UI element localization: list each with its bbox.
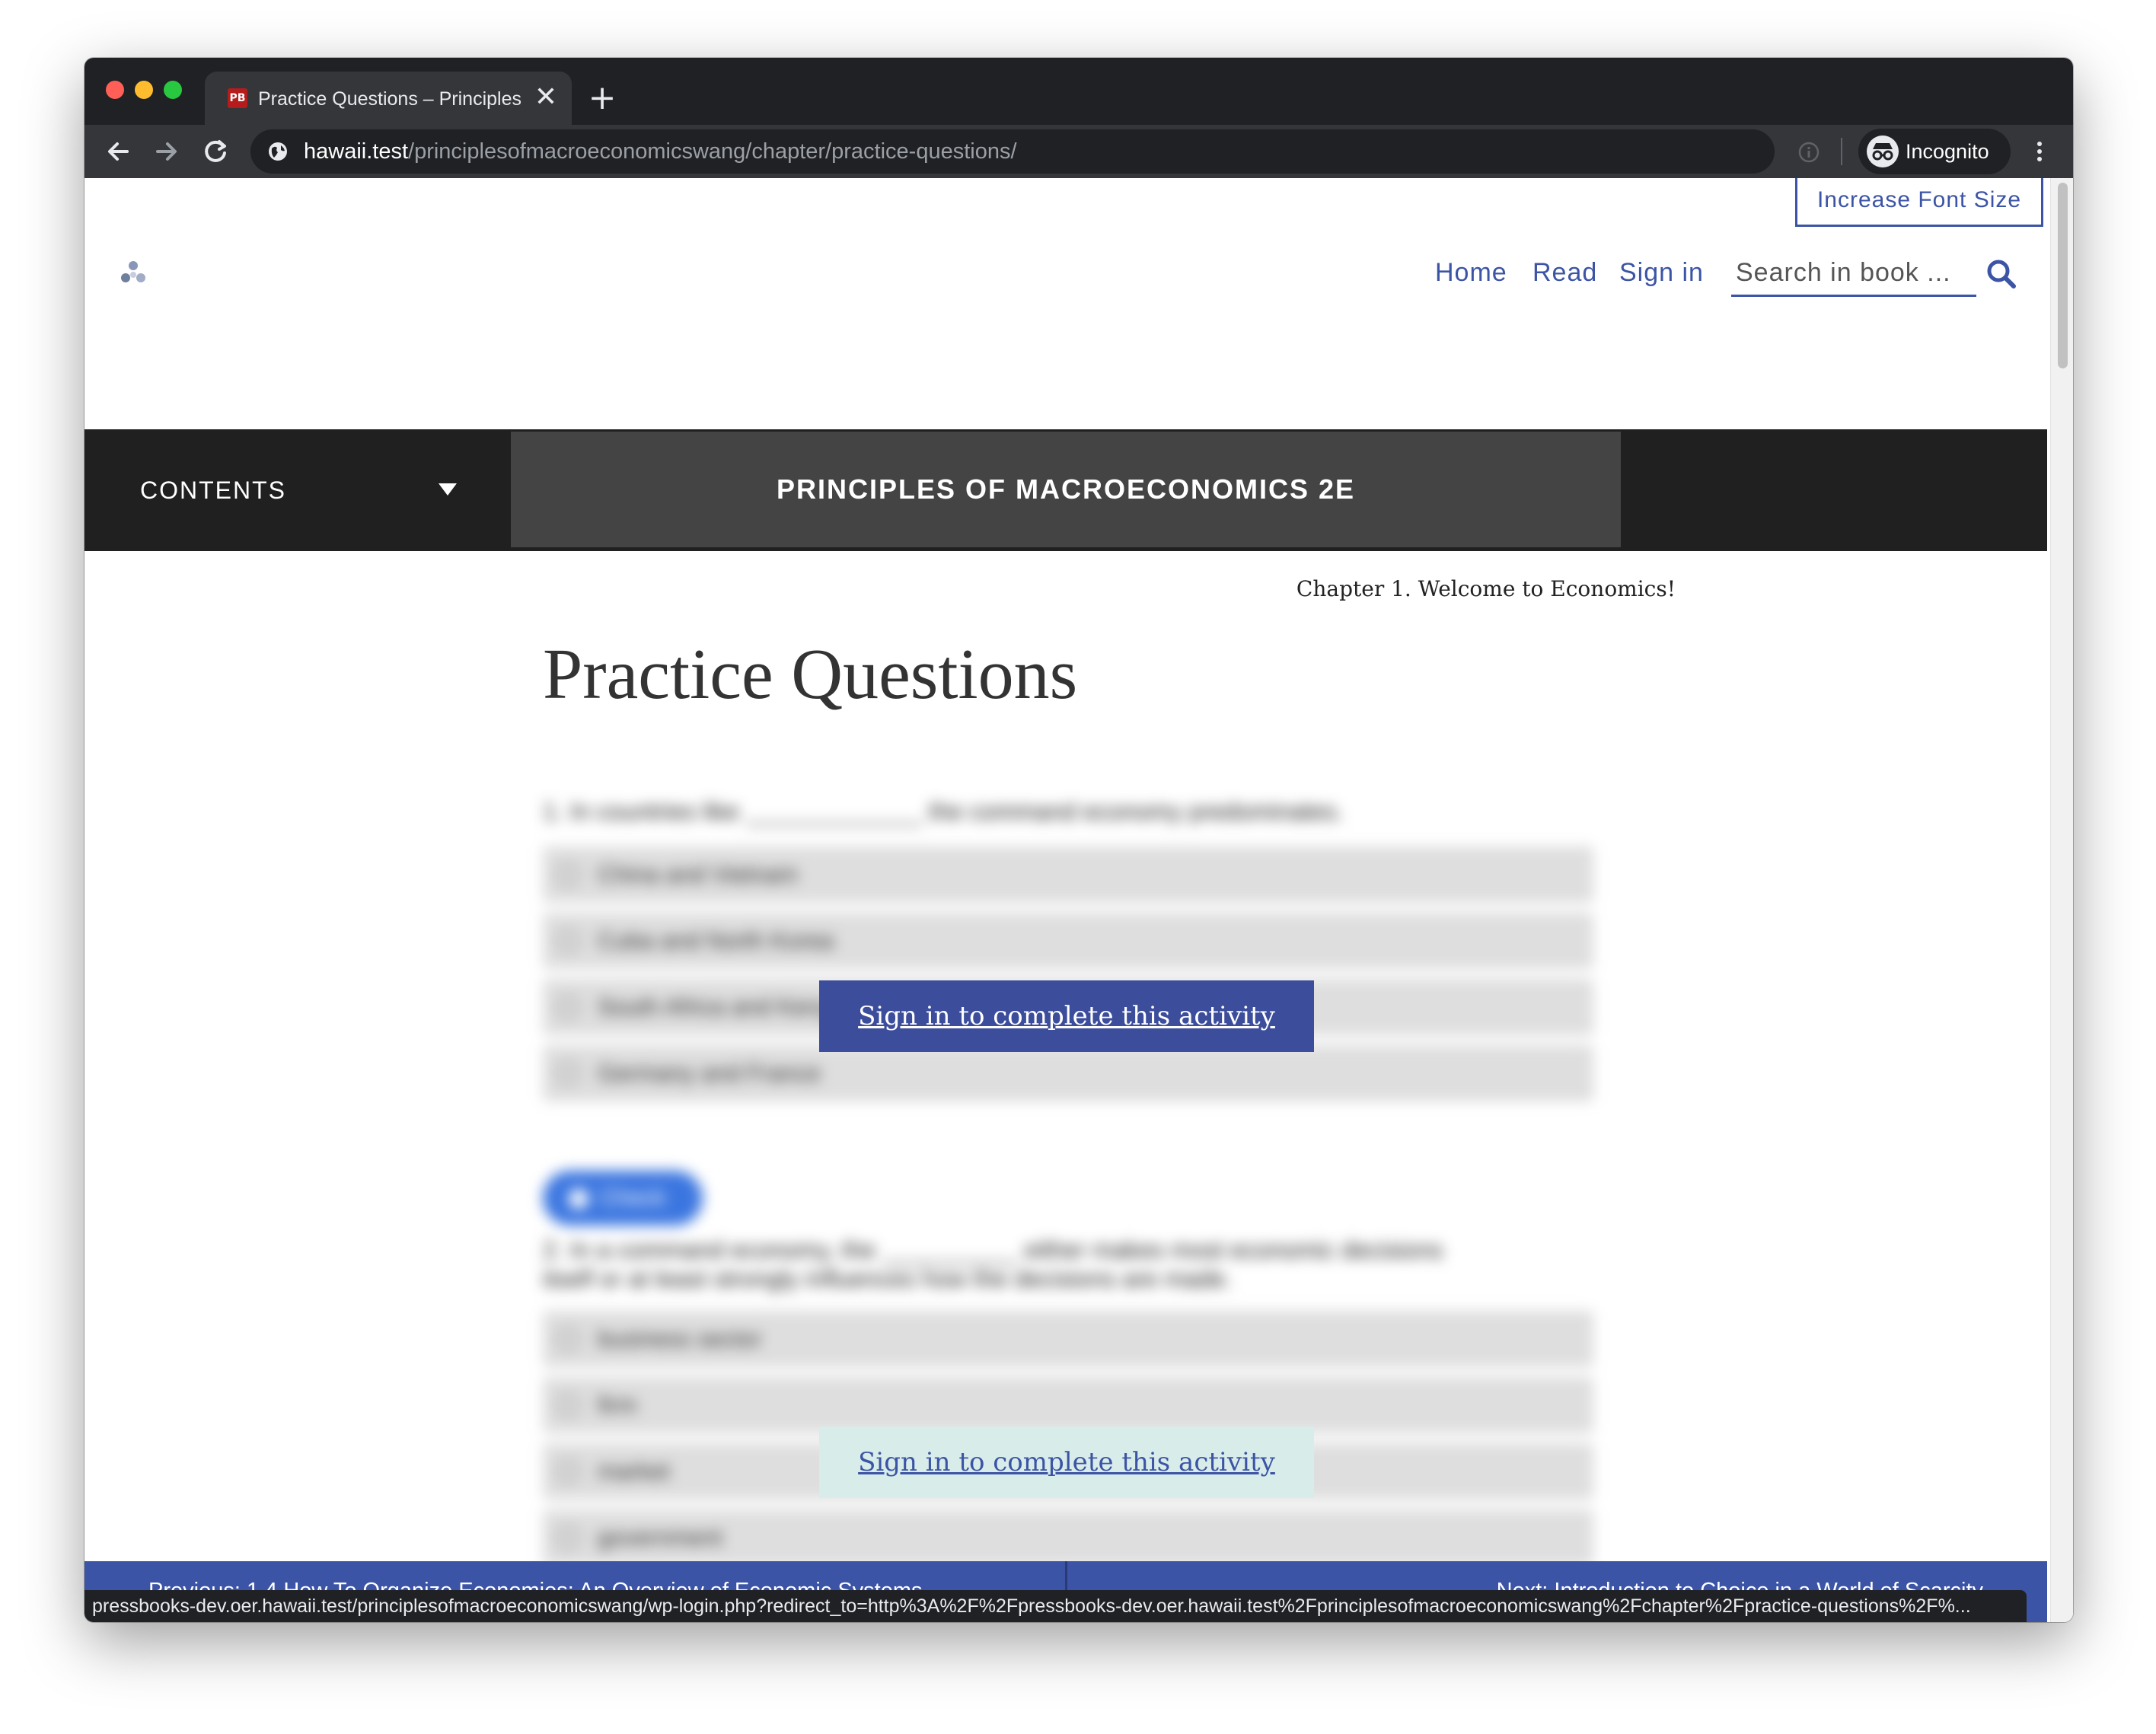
option-label: Germany and France bbox=[598, 1060, 821, 1086]
url-host: hawaii.test bbox=[304, 139, 409, 164]
radio-icon bbox=[557, 996, 579, 1018]
incognito-label: Incognito bbox=[1906, 140, 1989, 163]
radio-icon bbox=[557, 863, 579, 886]
url-text: hawaii.test/principlesofmacroeconomicswa… bbox=[304, 139, 1017, 164]
option-label: China and Vietnam bbox=[598, 861, 799, 888]
incognito-icon bbox=[1867, 135, 1899, 167]
sign-in-activity-button[interactable]: Sign in to complete this activity bbox=[819, 1426, 1314, 1498]
contents-toggle-button[interactable]: CONTENTS bbox=[85, 429, 511, 551]
info-icon[interactable] bbox=[1797, 141, 1820, 164]
question-1-option: China and Vietnam bbox=[543, 846, 1593, 903]
radio-icon bbox=[557, 1062, 579, 1085]
scrollbar-thumb[interactable] bbox=[2058, 183, 2068, 368]
option-label: government bbox=[598, 1524, 722, 1551]
more-menu-icon[interactable] bbox=[2026, 138, 2053, 165]
tab-title: Practice Questions – Principles bbox=[258, 88, 521, 110]
contents-label: CONTENTS bbox=[140, 477, 286, 504]
close-window-button[interactable] bbox=[106, 81, 124, 99]
question-2-option: business sector bbox=[543, 1311, 1593, 1367]
question-1-option: Germany and France bbox=[543, 1045, 1593, 1101]
option-label: business sector bbox=[598, 1325, 762, 1352]
chapter-label: Chapter 1. Welcome to Economics! bbox=[1296, 576, 1676, 601]
check-icon bbox=[569, 1189, 588, 1209]
increase-font-size-button[interactable]: Increase Font Size bbox=[1795, 178, 2043, 227]
option-label: market bbox=[598, 1458, 670, 1484]
question-2-text: itself or at least strongly influences h… bbox=[543, 1265, 1233, 1293]
question-1-text: 1. In countries like _____________ the c… bbox=[543, 798, 1344, 825]
caret-down-icon bbox=[439, 483, 457, 496]
maximize-window-button[interactable] bbox=[164, 81, 182, 99]
page-title: Practice Questions bbox=[543, 635, 1078, 714]
radio-icon bbox=[557, 1526, 579, 1549]
url-path: /principlesofmacroeconomicswang/chapter/… bbox=[408, 139, 1017, 164]
book-search-input[interactable] bbox=[1731, 252, 1976, 293]
question-2-text: 2. In a command economy, the __________ … bbox=[543, 1236, 1443, 1264]
radio-icon bbox=[557, 1328, 579, 1350]
forward-arrow-icon[interactable] bbox=[147, 132, 187, 171]
address-bar[interactable]: hawaii.test/principlesofmacroeconomicswa… bbox=[250, 129, 1775, 174]
search-icon[interactable] bbox=[1983, 256, 2020, 292]
question-1-option: Cuba and North Korea bbox=[543, 913, 1593, 969]
minimize-window-button[interactable] bbox=[135, 81, 153, 99]
link-status-bar: pressbooks-dev.oer.hawaii.test/principle… bbox=[85, 1590, 2027, 1622]
question-2-option: government bbox=[543, 1509, 1593, 1566]
browser-toolbar: hawaii.test/principlesofmacroeconomicswa… bbox=[85, 125, 2073, 178]
book-title[interactable]: PRINCIPLES OF MACROECONOMICS 2E bbox=[511, 471, 1621, 508]
nav-sign-in-link[interactable]: Sign in bbox=[1619, 256, 1704, 289]
pressbooks-favicon-icon: PB bbox=[228, 88, 247, 108]
nav-read-link[interactable]: Read bbox=[1532, 256, 1597, 289]
book-header-bar: CONTENTS PRINCIPLES OF MACROECONOMICS 2E bbox=[85, 429, 2047, 551]
sign-in-activity-button[interactable]: Sign in to complete this activity bbox=[819, 980, 1314, 1052]
book-title-box[interactable]: PRINCIPLES OF MACROECONOMICS 2E bbox=[511, 432, 1621, 547]
browser-titlebar: PB Practice Questions – Principles ✕ + bbox=[85, 58, 2073, 125]
book-search bbox=[1731, 252, 1976, 297]
page-scrollbar[interactable] bbox=[2050, 178, 2073, 1622]
site-logo-icon[interactable] bbox=[116, 257, 150, 291]
incognito-badge[interactable]: Incognito bbox=[1858, 129, 2011, 174]
nav-home-link[interactable]: Home bbox=[1435, 256, 1507, 289]
back-arrow-icon[interactable] bbox=[98, 132, 138, 171]
globe-icon[interactable] bbox=[267, 141, 289, 162]
browser-tab[interactable]: PB Practice Questions – Principles ✕ bbox=[205, 72, 572, 125]
radio-icon bbox=[557, 1460, 579, 1483]
check-label: Check bbox=[601, 1185, 666, 1210]
reload-icon[interactable] bbox=[196, 132, 235, 171]
question-2-option: firm bbox=[543, 1377, 1593, 1433]
new-tab-button[interactable]: + bbox=[583, 79, 621, 117]
radio-icon bbox=[557, 929, 579, 952]
option-label: firm bbox=[598, 1391, 637, 1418]
browser-window: PB Practice Questions – Principles ✕ + h… bbox=[85, 58, 2073, 1622]
radio-icon bbox=[557, 1394, 579, 1417]
tab-close-icon[interactable]: ✕ bbox=[532, 82, 560, 113]
page-viewport: 1. In countries like _____________ the c… bbox=[85, 178, 2073, 1622]
option-label: Cuba and North Korea bbox=[598, 927, 834, 954]
toolbar-divider bbox=[1841, 138, 1842, 165]
check-answer-button: Check bbox=[543, 1171, 703, 1226]
locked-quiz-area: 1. In countries like _____________ the c… bbox=[85, 178, 2047, 1622]
option-label: South Africa and Kenya bbox=[598, 993, 845, 1020]
